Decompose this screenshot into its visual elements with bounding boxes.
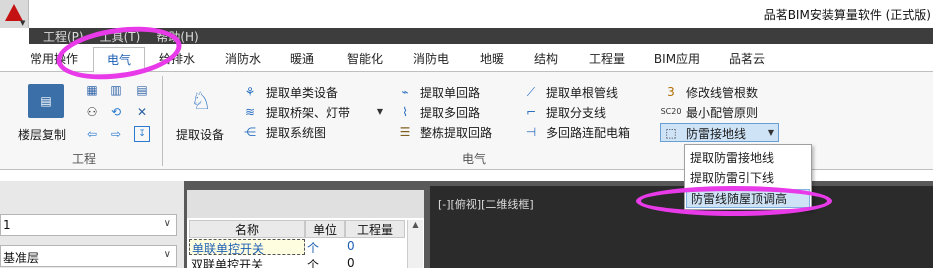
dashed-box-icon: ⬚: [665, 125, 677, 140]
tab-fire-electric[interactable]: 消防电: [406, 50, 456, 72]
modify-pipe-count-button[interactable]: 修改线管根数: [686, 84, 758, 101]
table-row-name[interactable]: 双联单控开关: [189, 256, 305, 268]
scroll-up-icon[interactable]: ▲: [408, 220, 423, 229]
extract-equipment-button[interactable]: 提取设备: [176, 126, 224, 143]
tab-intelligent[interactable]: 智能化: [340, 50, 390, 72]
dropdown-item-extract-down-line[interactable]: 提取防雷引下线: [690, 169, 774, 186]
extract-single-device-button[interactable]: 提取单类设备: [266, 84, 338, 101]
dropdown-item-extract-ground-line[interactable]: 提取防雷接地线: [690, 149, 774, 166]
table-row-qty: 0: [347, 239, 355, 253]
binoculars-icon[interactable]: ⚇: [84, 104, 100, 120]
min-pipe-rule-button[interactable]: 最小配管原则: [686, 104, 758, 121]
multi-loop-connect-box-button[interactable]: 多回路连配电箱: [546, 124, 630, 141]
table-row-unit: 个: [307, 258, 320, 268]
table-toolbar: [187, 190, 424, 218]
title-bar: ▼ 品茗BIM安装算量软件 (正式版): [0, 0, 933, 28]
table-row-name[interactable]: 单联单控开关: [189, 239, 305, 256]
tab-cloud[interactable]: 品茗云: [722, 50, 772, 72]
multi-loop-icon: ⌇: [402, 105, 408, 119]
chevron-down-icon[interactable]: ▼: [765, 125, 777, 140]
tab-bim[interactable]: BIM应用: [648, 50, 706, 72]
chevron-down-icon[interactable]: ▼: [376, 104, 384, 120]
single-device-icon: ⚘: [244, 85, 256, 99]
col-header-unit[interactable]: 单位: [305, 220, 345, 238]
extract-branch-line-button[interactable]: 提取分支线: [546, 104, 606, 121]
extract-equipment-icon[interactable]: ♘: [184, 84, 218, 118]
table-icon[interactable]: ▥: [108, 82, 124, 98]
tab-structure[interactable]: 结构: [528, 50, 564, 72]
group-project-label: 工程: [72, 152, 97, 166]
table-row-unit: 个: [307, 241, 320, 255]
system-diagram-icon: ⋲: [244, 125, 256, 139]
arrow-right-icon[interactable]: ⇨: [108, 126, 124, 142]
table-scrollbar[interactable]: ▲: [407, 220, 423, 268]
col-header-qty[interactable]: 工程量: [345, 220, 405, 238]
annotation-oval: [636, 186, 832, 216]
extract-bridge-light-button[interactable]: 提取桥架、灯带: [266, 104, 350, 121]
app-title: 品茗BIM安装算量软件 (正式版): [763, 8, 931, 22]
floor-select[interactable]: 1 ∨: [0, 214, 177, 236]
tab-hvac[interactable]: 暖通: [284, 50, 320, 72]
viewport-label[interactable]: [-][俯视][二维线框]: [438, 196, 534, 212]
group-electric-label: 电气: [462, 152, 487, 166]
tab-quantity[interactable]: 工程量: [582, 50, 632, 72]
list-icon[interactable]: ▤: [134, 82, 150, 98]
bridge-light-icon: ≋: [244, 105, 256, 119]
floor-select-value: 1: [3, 218, 11, 232]
connect-box-icon: ⊣: [525, 125, 537, 139]
single-loop-icon: ⌁: [401, 85, 409, 99]
col-header-name[interactable]: 名称: [189, 220, 305, 238]
extract-multi-loop-button[interactable]: 提取多回路: [420, 104, 480, 121]
extract-building-loop-button[interactable]: 整栋提取回路: [420, 124, 492, 141]
arrow-left-icon[interactable]: ⇦: [84, 126, 100, 142]
branch-line-icon: ⌐: [525, 105, 537, 119]
tab-fire-water[interactable]: 消防水: [218, 50, 268, 72]
cross-tool-icon[interactable]: ✕: [134, 104, 150, 120]
chevron-down-icon: ∨: [163, 249, 171, 260]
pipe-count-icon: 3: [667, 85, 675, 99]
extract-single-loop-button[interactable]: 提取单回路: [420, 84, 480, 101]
layer-select-value: 基准层: [3, 251, 40, 265]
floor-copy-icon[interactable]: ▤: [28, 84, 64, 118]
layer-select[interactable]: 基准层 ∨: [0, 245, 177, 267]
sort-icon[interactable]: ↧: [134, 126, 150, 142]
autocad-logo-icon[interactable]: ▼: [0, 0, 29, 28]
refresh-icon[interactable]: ⟲: [108, 104, 124, 120]
floor-copy-button[interactable]: 楼层复制: [18, 126, 66, 143]
extract-system-diagram-button[interactable]: 提取系统图: [266, 124, 326, 141]
building-loop-icon: ☰: [399, 125, 411, 139]
group-divider: [162, 76, 163, 166]
lightning-ground-line-label: 防雷接地线: [686, 127, 747, 141]
quantity-table: 名称 单位 工程量 ▲ 单联单控开关 个 0 双联单控开关 个 0: [187, 218, 424, 268]
tab-floor-heating[interactable]: 地暖: [474, 50, 510, 72]
chevron-down-icon: ∨: [163, 218, 171, 229]
extract-single-pipe-button[interactable]: 提取单根管线: [546, 84, 618, 101]
grid-icon[interactable]: ▦: [84, 82, 100, 98]
table-row-qty: 0: [347, 256, 355, 268]
min-pipe-rule-icon: SC20: [660, 107, 682, 116]
single-pipe-icon: ⟋: [526, 85, 536, 99]
